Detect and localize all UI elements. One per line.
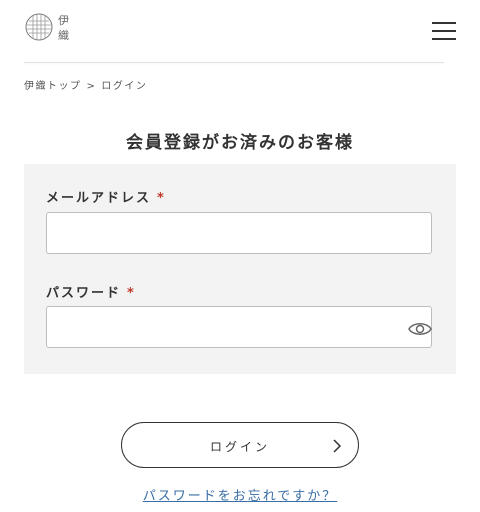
- site-header: 伊織: [0, 0, 480, 62]
- password-label-text: パスワード: [46, 286, 122, 301]
- logo-mark-icon: [25, 13, 53, 41]
- breadcrumb-separator: >: [86, 81, 97, 92]
- forgot-password-link[interactable]: パスワードをお忘れですか？: [0, 485, 480, 504]
- page-title: 会員登録がお済みのお客様: [126, 133, 354, 153]
- breadcrumb-current: ログイン: [101, 81, 148, 92]
- site-logo[interactable]: 伊織: [24, 12, 84, 46]
- logo-text: 伊織: [58, 14, 69, 42]
- header-divider: [24, 62, 444, 63]
- login-form-panel: メールアドレス * パスワード *: [24, 164, 456, 374]
- email-label: メールアドレス *: [46, 187, 166, 206]
- eye-icon[interactable]: [408, 319, 432, 339]
- hamburger-menu-icon[interactable]: [432, 22, 456, 40]
- chevron-right-icon: [333, 439, 342, 453]
- breadcrumb: 伊織トップ > ログイン: [24, 77, 147, 92]
- login-button[interactable]: ログイン: [121, 422, 359, 468]
- email-label-text: メールアドレス: [46, 191, 152, 206]
- breadcrumb-home-link[interactable]: 伊織トップ: [24, 81, 82, 92]
- email-field[interactable]: [46, 212, 432, 254]
- password-field[interactable]: [46, 306, 432, 348]
- required-mark: *: [157, 191, 166, 206]
- required-mark: *: [127, 286, 136, 301]
- password-label: パスワード *: [46, 282, 136, 301]
- login-button-label: ログイン: [209, 440, 270, 454]
